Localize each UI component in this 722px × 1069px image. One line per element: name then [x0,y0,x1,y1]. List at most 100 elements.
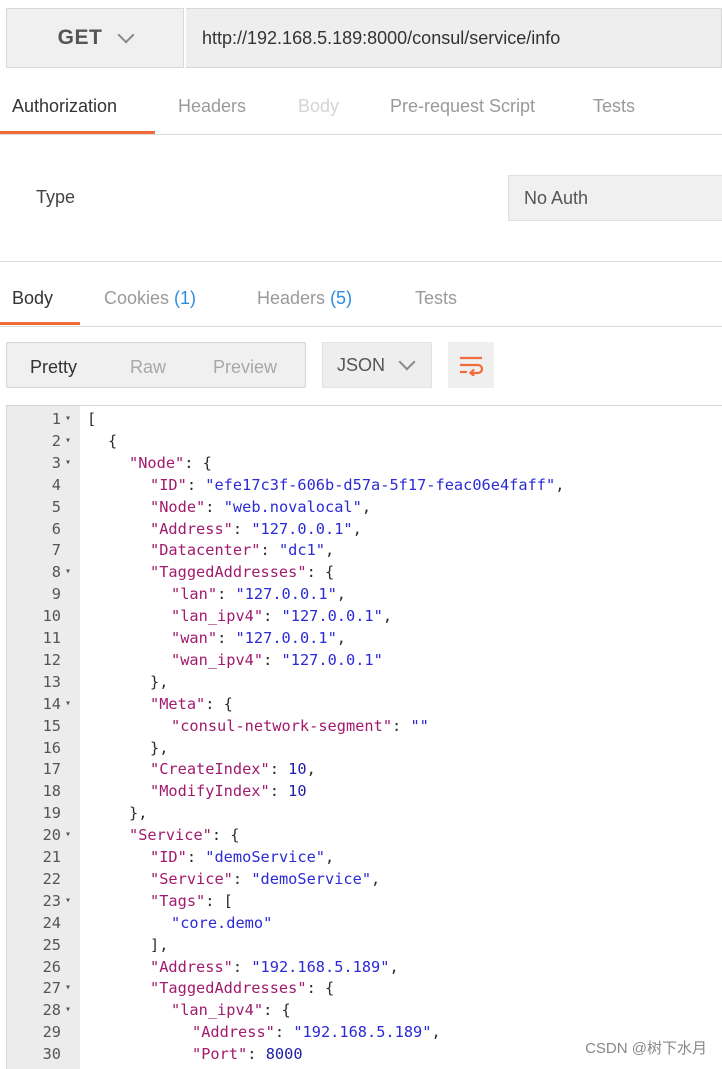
code-line: 28 ▾ "lan_ipv4": { [7,999,722,1021]
line-number: 19 [42,804,61,823]
response-tab-tests[interactable]: Tests [415,288,457,309]
line-number: 5 [51,497,61,516]
response-tab-body[interactable]: Body [12,288,53,309]
json-punctuation: , [361,497,372,516]
code-text: }, [150,737,168,759]
line-number: 6 [51,519,61,538]
chevron-down-icon [398,353,416,371]
line-number: 9 [51,585,61,604]
wrap-lines-button[interactable] [448,342,494,388]
fold-toggle-icon[interactable]: ▾ [65,408,71,430]
code-text: "TaggedAddresses": { [150,977,334,999]
json-punctuation: : [ [205,891,233,910]
json-key: "lan" [171,585,218,604]
json-punctuation: , [431,1023,441,1042]
code-text: "Datacenter": "dc1", [150,539,334,561]
line-number: 12 [42,650,61,669]
json-key: "Node" [150,497,206,516]
fold-toggle-icon[interactable]: ▾ [65,693,71,715]
json-punctuation: : [274,1023,294,1042]
code-line: 16}, [7,737,722,759]
auth-panel: Type No Auth [0,135,722,262]
line-number: 2 [51,431,61,450]
json-key: "Address" [192,1023,275,1042]
url-input[interactable]: http://192.168.5.189:8000/consul/service… [186,8,722,68]
response-tab-cookies[interactable]: Cookies (1) [104,288,196,309]
json-punctuation: , [306,760,316,779]
view-pretty-button[interactable]: Pretty [30,357,77,378]
response-tabs: Body Cookies (1) Headers (5) Tests [0,274,722,327]
code-text: "lan_ipv4": { [171,999,291,1021]
fold-toggle-icon[interactable]: ▾ [65,430,71,452]
json-key: "lan_ipv4" [171,607,264,626]
json-punctuation: }, [129,804,148,823]
code-line: 3 ▾ "Node": { [7,452,722,474]
line-number: 8 [51,563,61,582]
json-punctuation: : [232,519,252,538]
json-punctuation: : [232,869,252,888]
json-key: "Meta" [150,694,206,713]
fold-toggle-icon[interactable]: ▾ [65,977,71,999]
json-punctuation: , [382,607,393,626]
code-text: }, [150,671,168,693]
auth-type-label: Type [36,187,76,207]
code-text: "ID": "demoService", [150,846,334,868]
response-tab-headers[interactable]: Headers (5) [257,288,352,309]
json-key: "TaggedAddresses" [150,979,307,998]
code-line: 25], [7,934,722,956]
json-string: "127.0.0.1" [235,629,337,647]
json-string: "demoService" [251,869,372,888]
code-text: "Address": "192.168.5.189", [192,1021,441,1043]
json-punctuation: : { [263,1001,291,1020]
code-line: 20 ▾ "Service": { [7,824,722,846]
json-key: "Datacenter" [150,541,261,560]
line-number: 16 [42,738,61,757]
fold-toggle-icon[interactable]: ▾ [65,452,71,474]
json-string: "192.168.5.189" [293,1023,432,1042]
json-punctuation: , [325,848,335,866]
line-number: 14 [42,694,61,713]
line-number: 23 [42,891,61,910]
code-line: 6 "Address": "127.0.0.1", [7,518,722,540]
tab-authorization[interactable]: Authorization [12,96,117,117]
json-key: "Address" [150,519,233,538]
json-key: "Tags" [150,891,206,910]
view-raw-button[interactable]: Raw [130,357,166,378]
format-dropdown[interactable]: JSON [322,342,432,388]
json-punctuation: : [186,848,206,866]
json-punctuation: : [260,541,279,560]
line-number: 21 [42,848,61,866]
method-dropdown[interactable]: GET [6,8,184,68]
active-tab-indicator [0,131,155,134]
json-string: "efe17c3f-606b-d57a-5f17-feac06e4faff" [205,475,556,494]
view-preview-button[interactable]: Preview [213,357,277,378]
code-line: 21 "ID": "demoService", [7,846,722,868]
json-punctuation: , [325,541,335,560]
json-punctuation: ], [150,935,169,954]
fold-toggle-icon[interactable]: ▾ [65,824,71,846]
json-string: "demoService" [205,848,325,866]
fold-toggle-icon[interactable]: ▾ [65,890,71,912]
tab-headers[interactable]: Headers [178,96,246,117]
json-string: "127.0.0.1" [235,585,337,604]
json-punctuation: : { [205,694,233,713]
fold-toggle-icon[interactable]: ▾ [65,999,71,1021]
response-body-editor[interactable]: 1 ▾[2 ▾{3 ▾ "Node": {4 "ID": "efe17c3f-606b-d… [6,405,722,1069]
line-number: 10 [42,607,61,626]
fold-toggle-icon[interactable]: ▾ [65,561,71,583]
code-line: 13}, [7,671,722,693]
json-number: 10 [288,782,307,801]
auth-type-select[interactable]: No Auth [508,175,722,221]
response-toolbar: Pretty Raw Preview JSON [0,340,722,392]
tab-body[interactable]: Body [298,96,339,117]
code-line: 11 "wan": "127.0.0.1", [7,627,722,649]
json-punctuation: : [232,957,252,976]
code-line: 9 "lan": "127.0.0.1", [7,583,722,605]
json-string: "web.novalocal" [223,497,362,516]
tab-pre-request-script[interactable]: Pre-request Script [390,96,535,117]
tab-tests[interactable]: Tests [593,96,635,117]
code-line: 8 ▾ "TaggedAddresses": { [7,561,722,583]
json-punctuation: : [186,475,206,494]
json-punctuation: : [205,497,224,516]
request-bar: GET http://192.168.5.189:8000/consul/ser… [0,0,722,70]
